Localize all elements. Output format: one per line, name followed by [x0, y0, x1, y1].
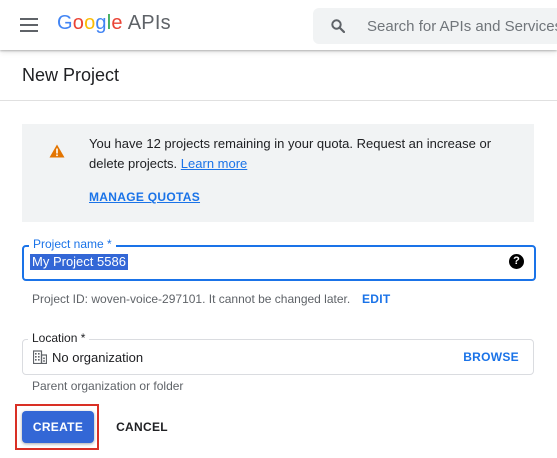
browse-button[interactable]: BROWSE: [463, 350, 519, 364]
learn-more-link[interactable]: Learn more: [181, 156, 247, 171]
quota-message: You have 12 projects remaining in your q…: [89, 134, 509, 174]
cancel-button[interactable]: CANCEL: [108, 411, 176, 443]
project-id-text: Project ID: woven-voice-297101. It canno…: [32, 292, 351, 306]
search-bar[interactable]: [313, 8, 557, 44]
location-value: No organization: [52, 350, 144, 365]
page-title: New Project: [22, 65, 120, 85]
building-icon: [33, 350, 47, 364]
search-icon[interactable]: [331, 19, 345, 33]
menu-icon[interactable]: [20, 18, 40, 32]
location-helper-text: Parent organization or folder: [32, 379, 184, 393]
warning-icon: [49, 144, 65, 158]
location-label: Location *: [28, 331, 90, 345]
edit-project-id-button[interactable]: EDIT: [362, 292, 391, 306]
help-icon[interactable]: ?: [509, 254, 524, 269]
project-name-label: Project name *: [29, 237, 116, 251]
location-field[interactable]: Location * No organization BROWSE: [22, 331, 534, 375]
create-button[interactable]: CREATE: [22, 411, 94, 443]
search-input[interactable]: [367, 8, 557, 44]
project-name-field[interactable]: Project name * My Project 5586 ?: [22, 237, 536, 281]
quota-notice: You have 12 projects remaining in your q…: [22, 124, 534, 222]
quota-message-text: You have 12 projects remaining in your q…: [89, 136, 492, 171]
google-apis-logo[interactable]: Google APIs: [57, 12, 171, 35]
manage-quotas-link[interactable]: MANAGE QUOTAS: [89, 190, 200, 204]
title-divider: [0, 100, 557, 101]
top-app-bar: Google APIs: [0, 0, 557, 50]
project-name-input[interactable]: My Project 5586: [30, 254, 128, 270]
